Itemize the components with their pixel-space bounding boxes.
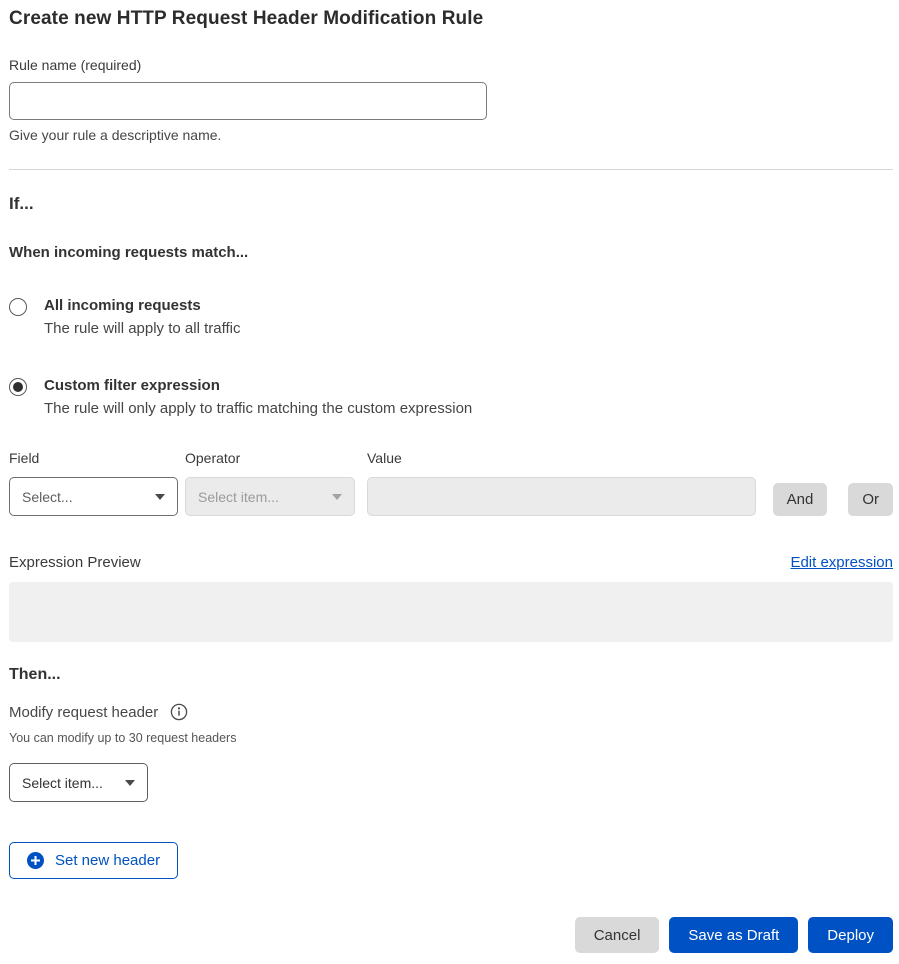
chevron-down-icon: [155, 494, 165, 500]
section-divider: [9, 169, 893, 170]
rule-name-helper: Give your rule a descriptive name.: [9, 127, 893, 143]
and-button[interactable]: And: [773, 483, 828, 516]
match-subheading: When incoming requests match...: [9, 244, 893, 261]
info-circle-icon[interactable]: [170, 703, 188, 721]
operator-select-value: Select item...: [198, 489, 279, 505]
modify-request-header-label: Modify request header: [9, 704, 158, 721]
radio-button-icon[interactable]: [9, 298, 27, 316]
header-action-select-value: Select item...: [22, 775, 103, 791]
deploy-button[interactable]: Deploy: [808, 917, 893, 953]
create-rule-page: Create new HTTP Request Header Modificat…: [0, 8, 899, 953]
radio-description: The rule will only apply to traffic matc…: [44, 400, 472, 417]
value-label: Value: [367, 450, 756, 467]
set-new-header-label: Set new header: [55, 852, 160, 869]
plus-circle-icon: [27, 852, 44, 869]
save-as-draft-button[interactable]: Save as Draft: [669, 917, 798, 953]
radio-button-icon[interactable]: [9, 378, 27, 396]
page-title: Create new HTTP Request Header Modificat…: [9, 8, 893, 30]
chevron-down-icon: [125, 780, 135, 786]
field-select-value: Select...: [22, 489, 73, 505]
footer-actions: Cancel Save as Draft Deploy: [9, 881, 893, 953]
radio-label: All incoming requests: [44, 297, 240, 314]
operator-select: Select item...: [185, 477, 355, 516]
chevron-down-icon: [332, 494, 342, 500]
value-input: [367, 477, 756, 516]
then-heading: Then...: [9, 666, 893, 684]
radio-option-custom-filter-expression[interactable]: Custom filter expression The rule will o…: [9, 377, 893, 417]
radio-label: Custom filter expression: [44, 377, 472, 394]
radio-description: The rule will apply to all traffic: [44, 320, 240, 337]
expression-builder-row: Field Select... Operator Select item... …: [9, 450, 893, 516]
or-button[interactable]: Or: [848, 483, 893, 516]
then-helper-text: You can modify up to 30 request headers: [9, 731, 893, 745]
field-select[interactable]: Select...: [9, 477, 178, 516]
rule-name-label: Rule name (required): [9, 57, 893, 73]
if-heading: If...: [9, 194, 893, 214]
cancel-button[interactable]: Cancel: [575, 917, 660, 953]
rule-name-input[interactable]: [9, 82, 487, 120]
expression-preview-label: Expression Preview: [9, 554, 141, 571]
operator-label: Operator: [185, 450, 355, 467]
edit-expression-link[interactable]: Edit expression: [790, 554, 893, 571]
expression-preview-box: [9, 582, 893, 642]
radio-option-all-incoming-requests[interactable]: All incoming requests The rule will appl…: [9, 297, 893, 337]
field-label: Field: [9, 450, 178, 467]
set-new-header-button[interactable]: Set new header: [9, 842, 178, 879]
header-action-select[interactable]: Select item...: [9, 763, 148, 802]
